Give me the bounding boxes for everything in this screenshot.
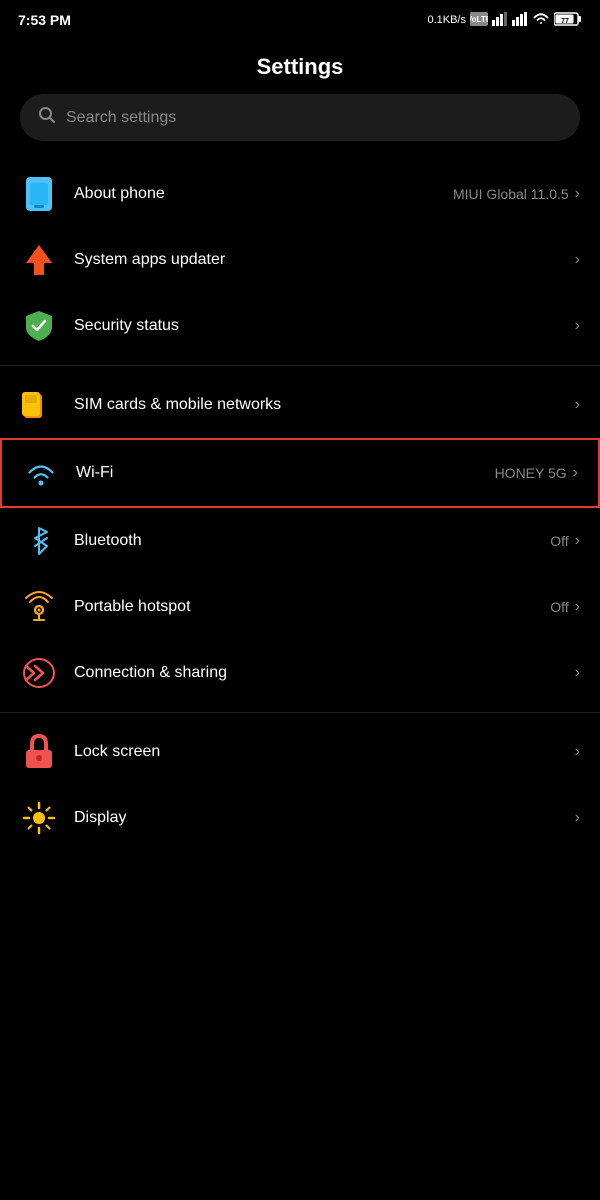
- sim-icon: [20, 386, 58, 424]
- wifi-status-icon: [532, 12, 550, 29]
- connection-icon: [20, 654, 58, 692]
- settings-item-wifi[interactable]: Wi-Fi HONEY 5G ›: [0, 438, 600, 508]
- wifi-content: Wi-Fi HONEY 5G ›: [76, 464, 578, 482]
- bluetooth-value: Off: [550, 533, 568, 549]
- portable-hotspot-chevron: ›: [575, 598, 580, 616]
- system-apps-updater-right: ›: [575, 251, 580, 269]
- connection-sharing-right: ›: [575, 664, 580, 682]
- display-content: Display ›: [74, 809, 580, 827]
- svg-text:VoLTE: VoLTE: [470, 15, 488, 24]
- settings-item-system-apps-updater[interactable]: System apps updater ›: [0, 227, 600, 293]
- search-bar-container: Search settings: [0, 94, 600, 161]
- portable-hotspot-value: Off: [550, 599, 568, 615]
- settings-item-security-status[interactable]: Security status ›: [0, 293, 600, 359]
- system-apps-updater-label: System apps updater: [74, 251, 225, 269]
- settings-item-display[interactable]: Display ›: [0, 785, 600, 851]
- status-time: 7:53 PM: [18, 12, 71, 28]
- sim-cards-right: ›: [575, 396, 580, 414]
- search-icon: [38, 106, 56, 129]
- settings-item-bluetooth[interactable]: Bluetooth Off ›: [0, 508, 600, 574]
- shield-icon: [20, 307, 58, 345]
- search-bar[interactable]: Search settings: [20, 94, 580, 141]
- wifi-label: Wi-Fi: [76, 464, 113, 482]
- arrow-up-icon: [20, 241, 58, 279]
- settings-item-lock-screen[interactable]: Lock screen ›: [0, 719, 600, 785]
- settings-item-connection-sharing[interactable]: Connection & sharing ›: [0, 640, 600, 706]
- network-speed: 0.1KB/s: [427, 14, 466, 26]
- page-title: Settings: [0, 54, 600, 80]
- settings-item-sim-cards[interactable]: SIM cards & mobile networks ›: [0, 372, 600, 438]
- header: Settings: [0, 36, 600, 94]
- settings-item-about-phone[interactable]: About phone MIUI Global 11.0.5 ›: [0, 161, 600, 227]
- bluetooth-icon: [20, 522, 58, 560]
- display-label: Display: [74, 809, 126, 827]
- display-chevron: ›: [575, 809, 580, 827]
- bluetooth-right: Off ›: [550, 532, 580, 550]
- about-phone-value: MIUI Global 11.0.5: [453, 186, 569, 202]
- divider-1: [0, 365, 600, 366]
- hotspot-icon: [20, 588, 58, 626]
- sim-cards-content: SIM cards & mobile networks ›: [74, 396, 580, 414]
- system-apps-updater-chevron: ›: [575, 251, 580, 269]
- sim-cards-chevron: ›: [575, 396, 580, 414]
- wifi-value: HONEY 5G: [495, 465, 567, 481]
- connection-sharing-chevron: ›: [575, 664, 580, 682]
- phone-icon: [20, 175, 58, 213]
- lock-screen-label: Lock screen: [74, 743, 160, 761]
- about-phone-content: About phone MIUI Global 11.0.5 ›: [74, 185, 580, 203]
- system-apps-updater-content: System apps updater ›: [74, 251, 580, 269]
- svg-text:77: 77: [561, 18, 569, 25]
- about-phone-right: MIUI Global 11.0.5 ›: [453, 185, 580, 203]
- display-right: ›: [575, 809, 580, 827]
- security-status-label: Security status: [74, 317, 179, 335]
- portable-hotspot-label: Portable hotspot: [74, 598, 191, 616]
- connection-sharing-content: Connection & sharing ›: [74, 664, 580, 682]
- lock-screen-content: Lock screen ›: [74, 743, 580, 761]
- settings-list: About phone MIUI Global 11.0.5 › System …: [0, 161, 600, 851]
- portable-hotspot-content: Portable hotspot Off ›: [74, 598, 580, 616]
- lock-screen-chevron: ›: [575, 743, 580, 761]
- lock-screen-right: ›: [575, 743, 580, 761]
- bluetooth-content: Bluetooth Off ›: [74, 532, 580, 550]
- bluetooth-chevron: ›: [575, 532, 580, 550]
- wifi-chevron: ›: [573, 464, 578, 482]
- security-status-content: Security status ›: [74, 317, 580, 335]
- lock-icon: [20, 733, 58, 771]
- portable-hotspot-right: Off ›: [550, 598, 580, 616]
- signal-bars-1: [492, 12, 508, 29]
- wifi-icon: [22, 454, 60, 492]
- security-status-chevron: ›: [575, 317, 580, 335]
- volte-icon: VoLTE: [470, 12, 488, 29]
- wifi-right: HONEY 5G ›: [495, 464, 578, 482]
- status-icons: 0.1KB/s VoLTE: [427, 12, 582, 29]
- bluetooth-label: Bluetooth: [74, 532, 142, 550]
- connection-sharing-label: Connection & sharing: [74, 664, 227, 682]
- signal-bars-2: [512, 12, 528, 29]
- display-icon: [20, 799, 58, 837]
- status-bar: 7:53 PM 0.1KB/s VoLTE: [0, 0, 600, 36]
- about-phone-label: About phone: [74, 185, 165, 203]
- search-input[interactable]: Search settings: [66, 109, 176, 127]
- security-status-right: ›: [575, 317, 580, 335]
- settings-item-portable-hotspot[interactable]: Portable hotspot Off ›: [0, 574, 600, 640]
- about-phone-chevron: ›: [575, 185, 580, 203]
- sim-cards-label: SIM cards & mobile networks: [74, 396, 281, 414]
- divider-2: [0, 712, 600, 713]
- battery-icon: 77: [554, 12, 582, 29]
